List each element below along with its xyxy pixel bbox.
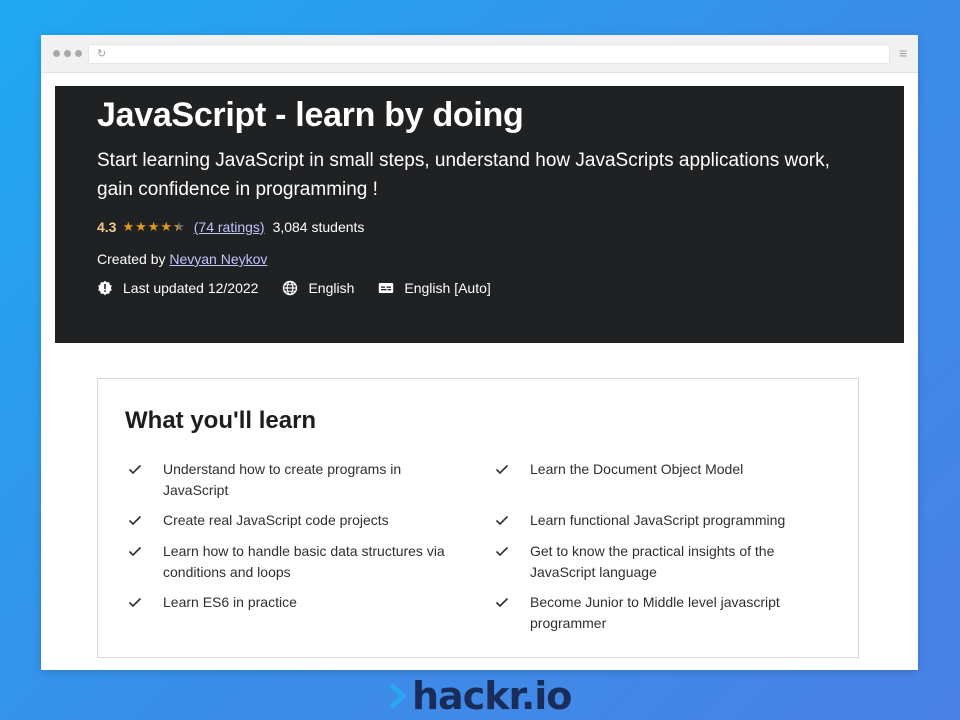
last-updated: Last updated 12/2022	[97, 280, 258, 296]
reload-icon[interactable]: ↻	[97, 46, 106, 62]
language-text: English	[308, 280, 355, 296]
browser-window: ↻ ≡ JavaScript - learn by doing Start le…	[41, 35, 918, 670]
list-item-text: Become Junior to Middle level javascript…	[530, 594, 780, 631]
checkmark-icon	[128, 597, 142, 608]
list-item-text: Learn functional JavaScript programming	[530, 512, 786, 528]
course-title: JavaScript - learn by doing	[97, 96, 524, 134]
chevron-right-icon	[389, 683, 407, 709]
window-dot-icon	[75, 50, 82, 57]
captions-text: English [Auto]	[404, 280, 491, 296]
captions: English [Auto]	[378, 280, 491, 296]
ratings-count-link[interactable]: (74 ratings)	[194, 219, 265, 235]
star-rating-icon: ★★★★★★	[122, 219, 186, 234]
course-subtitle: Start learning JavaScript in small steps…	[97, 150, 830, 200]
rating-row: 4.3 ★★★★★★ (74 ratings) 3,084 students	[97, 219, 364, 235]
list-item-text: Create real JavaScript code projects	[163, 512, 389, 528]
list-item-text: Learn the Document Object Model	[530, 461, 744, 477]
course-header: JavaScript - learn by doing Start learni…	[55, 86, 904, 343]
checkmark-icon	[495, 546, 509, 557]
what-you-learn-title: What you'll learn	[125, 407, 317, 434]
checkmark-icon	[495, 515, 509, 526]
brand-name: hackr.io	[412, 674, 572, 718]
list-item-text: Get to know the practical insights of th…	[530, 543, 775, 580]
list-item-text: Learn how to handle basic data structure…	[163, 543, 445, 580]
checkmark-icon	[128, 546, 142, 557]
browser-toolbar: ↻ ≡	[41, 35, 918, 73]
alert-badge-icon	[98, 280, 112, 296]
window-dot-icon	[53, 50, 60, 57]
rating-value: 4.3	[97, 219, 117, 235]
globe-icon	[283, 280, 298, 296]
checkmark-icon	[495, 464, 509, 475]
what-you-learn-panel: What you'll learn Understand how to crea…	[97, 378, 859, 658]
created-by-row: Created by Nevyan Neykov	[97, 251, 267, 267]
hamburger-menu-icon[interactable]: ≡	[899, 45, 907, 61]
last-updated-text: Last updated 12/2022	[123, 280, 259, 296]
list-item-text: Learn ES6 in practice	[163, 594, 297, 610]
course-meta-row: Last updated 12/2022 English English [Au…	[97, 280, 515, 296]
address-bar[interactable]: ↻	[88, 44, 890, 64]
closed-captions-icon	[379, 283, 394, 293]
author-link[interactable]: Nevyan Neykov	[169, 251, 267, 267]
window-dot-icon	[64, 50, 71, 57]
language: English	[282, 280, 354, 296]
list-item-text: Understand how to create programs in Jav…	[163, 461, 402, 498]
checkmark-icon	[495, 597, 509, 608]
checkmark-icon	[128, 464, 142, 475]
hackr-logo: hackr.io	[388, 674, 572, 718]
created-by-label: Created by	[97, 251, 166, 267]
students-count: 3,084 students	[272, 219, 365, 235]
checkmark-icon	[128, 515, 142, 526]
